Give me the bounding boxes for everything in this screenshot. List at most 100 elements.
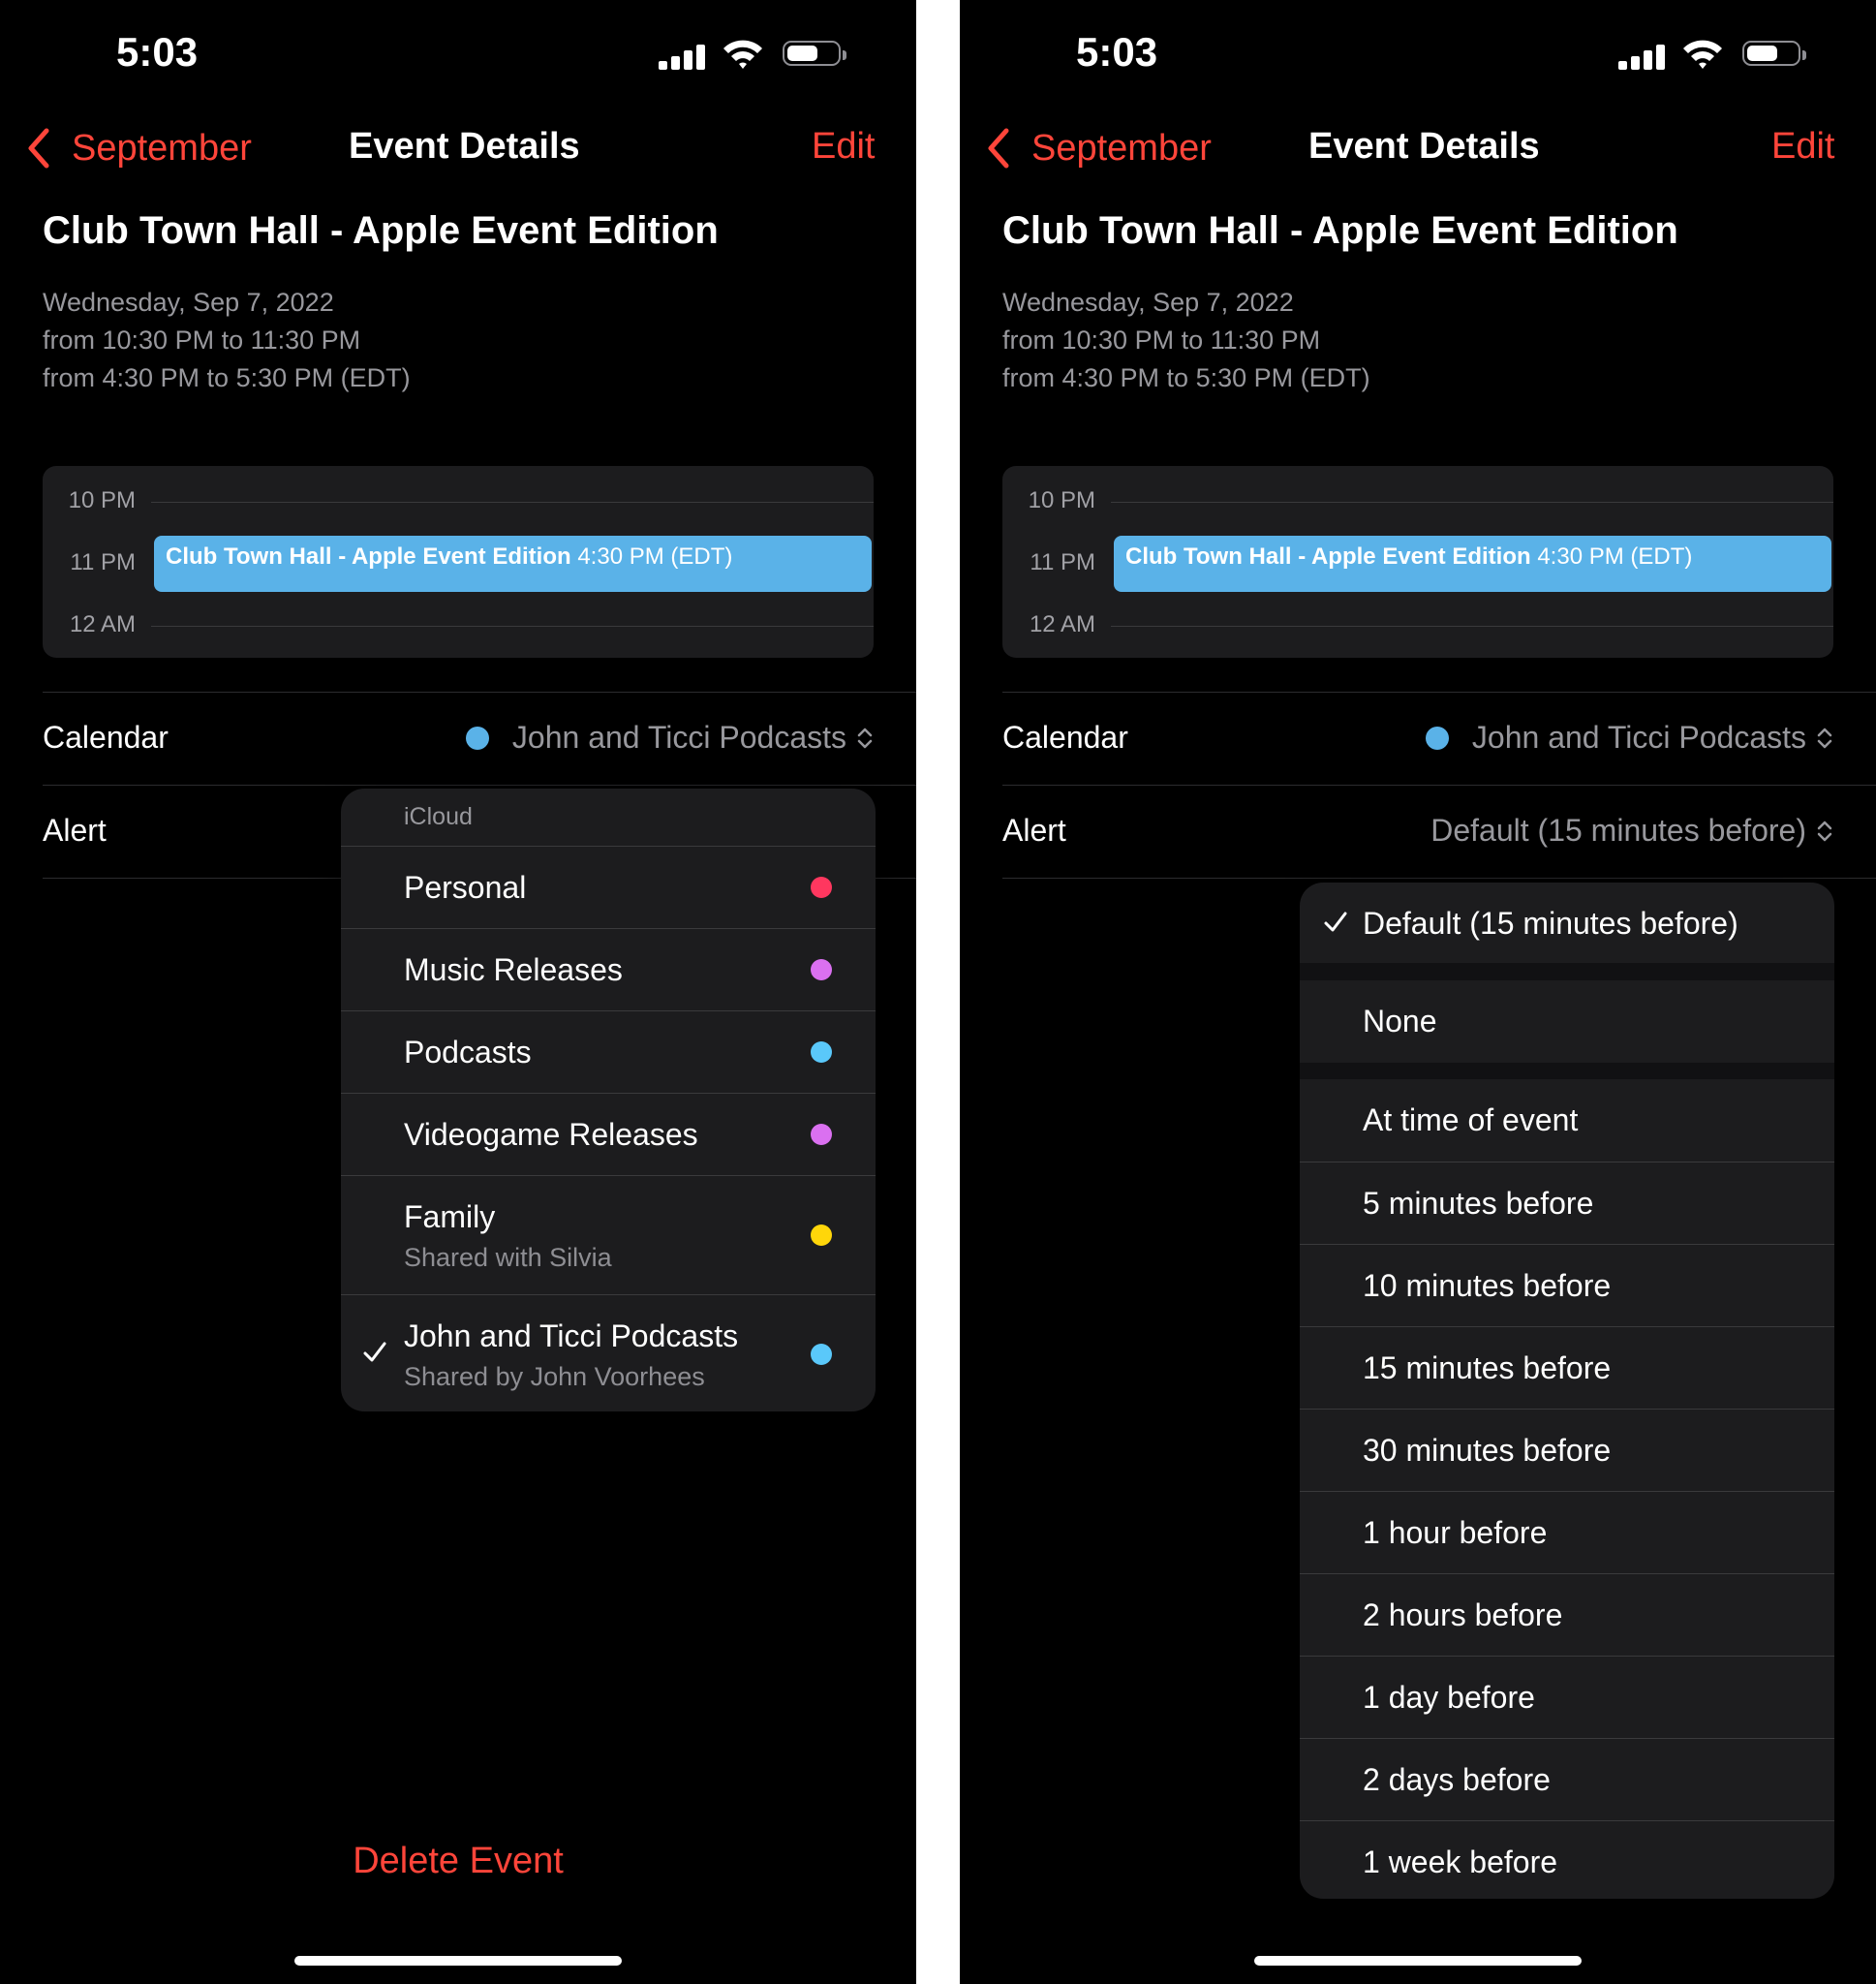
calendar-row-value[interactable]: John and Ticci Podcasts [465, 720, 874, 756]
checkmark-icon [363, 1342, 386, 1362]
calendar-color-dot [811, 1041, 832, 1063]
menu-item-subtitle: Shared by John Voorhees [404, 1362, 705, 1391]
alert-option-label: 1 hour before [1363, 1515, 1548, 1550]
calendar-row-label: Calendar [43, 720, 169, 755]
alert-option-label: 1 day before [1363, 1680, 1535, 1715]
calendar-row-label: Calendar [1002, 720, 1128, 755]
timeline-label: 12 AM [1029, 611, 1095, 637]
alert-option-label: None [1363, 1004, 1437, 1038]
chevron-updown-icon [1817, 728, 1832, 748]
menu-item-label: Personal [404, 870, 527, 905]
alert-option[interactable]: 2 hours before [1300, 1573, 1834, 1656]
timeline-event-block[interactable]: Club Town Hall - Apple Event Edition 4:3… [1114, 536, 1831, 592]
menu-item-personal[interactable]: Personal [341, 846, 876, 928]
menu-item-john-and-ticci-podcasts[interactable]: John and Ticci Podcasts Shared by John V… [341, 1294, 876, 1411]
status-time: 5:03 [116, 29, 199, 75]
nav-title: Event Details [349, 126, 580, 167]
alert-option-label: At time of event [1363, 1102, 1579, 1137]
back-button[interactable]: September [987, 124, 1212, 172]
back-label: September [72, 127, 252, 169]
delete-event-button[interactable]: Delete Event [0, 1841, 916, 1882]
calendar-value-label: John and Ticci Podcasts [511, 720, 846, 755]
timeline-event-block[interactable]: Club Town Hall - Apple Event Edition 4:3… [154, 536, 872, 592]
alert-option-label: 10 minutes before [1363, 1268, 1612, 1303]
event-title: Club Town Hall - Apple Event Edition [1002, 209, 1678, 252]
alert-option[interactable]: 5 minutes before [1300, 1162, 1834, 1244]
alert-option[interactable]: 2 days before [1300, 1738, 1834, 1820]
home-indicator[interactable] [1254, 1956, 1582, 1966]
alert-option[interactable]: 1 week before [1300, 1820, 1834, 1899]
calendar-color-dot [811, 959, 832, 980]
calendar-row[interactable]: Calendar John and Ticci Podcasts [43, 692, 916, 786]
back-label: September [1031, 127, 1212, 169]
event-title: Club Town Hall - Apple Event Edition [43, 209, 719, 252]
calendar-color-dot [811, 877, 832, 898]
alert-row-label: Alert [43, 813, 107, 848]
menu-item-music-releases[interactable]: Music Releases [341, 928, 876, 1010]
timeline-label: 12 AM [69, 611, 136, 637]
alert-option-label: 2 hours before [1363, 1597, 1563, 1632]
alert-value-label: Default (15 minutes before) [1430, 813, 1806, 848]
event-time-edt: from 4:30 PM to 5:30 PM (EDT) [43, 363, 411, 392]
timeline-event-name: Club Town Hall - Apple Event Edition [1125, 543, 1531, 570]
calendar-color-dot [1425, 726, 1449, 750]
battery-icon [783, 41, 846, 66]
calendar-value-label: John and Ticci Podcasts [1471, 720, 1806, 755]
status-time: 5:03 [1076, 29, 1158, 75]
menu-item-podcasts[interactable]: Podcasts [341, 1010, 876, 1093]
alert-option[interactable]: 15 minutes before [1300, 1326, 1834, 1409]
chevron-updown-icon [857, 728, 873, 748]
timeline-gridline [1111, 502, 1833, 503]
alert-row-value[interactable]: Default (15 minutes before) [1430, 813, 1833, 849]
event-time-edt: from 4:30 PM to 5:30 PM (EDT) [1002, 363, 1370, 392]
battery-icon [1742, 41, 1806, 66]
event-time-local: from 10:30 PM to 11:30 PM [1002, 326, 1321, 355]
timeline-gridline [1111, 626, 1833, 627]
menu-item-label: John and Ticci Podcasts [404, 1318, 739, 1353]
divider [1002, 878, 1876, 879]
calendar-row[interactable]: Calendar John and Ticci Podcasts [1002, 692, 1876, 786]
cellular-signal-icon [659, 45, 705, 70]
alert-option[interactable]: 10 minutes before [1300, 1244, 1834, 1326]
alert-row[interactable]: Alert Default (15 minutes before) [1002, 785, 1876, 879]
alert-option[interactable]: At time of event [1300, 1079, 1834, 1162]
event-date: Wednesday, Sep 7, 2022 [1002, 288, 1294, 317]
menu-item-family[interactable]: Family Shared with Silvia [341, 1175, 876, 1294]
alert-option-none[interactable]: None [1300, 980, 1834, 1063]
phone-screen-right: 5:03 September Event Details Edit Club T… [960, 0, 1876, 1984]
alert-option-label: 2 days before [1363, 1762, 1551, 1797]
day-timeline[interactable]: 10 PM 11 PM 12 AM Club Town Hall - Apple… [43, 466, 874, 658]
alert-option[interactable]: 1 day before [1300, 1656, 1834, 1738]
alert-option[interactable]: 1 hour before [1300, 1491, 1834, 1573]
timeline-event-time: 4:30 PM (EDT) [577, 543, 733, 570]
phone-screen-left: 5:03 September Event Details Edit Club T… [0, 0, 916, 1984]
calendar-row-value[interactable]: John and Ticci Podcasts [1425, 720, 1833, 756]
chevron-left-icon [988, 128, 1009, 169]
menu-separator [1300, 963, 1834, 980]
calendar-color-dot [811, 1224, 832, 1246]
timeline-label: 11 PM [70, 549, 136, 575]
calendar-color-dot [811, 1124, 832, 1145]
timeline-gridline [151, 502, 874, 503]
menu-item-subtitle: Shared with Silvia [404, 1243, 612, 1272]
alert-option[interactable]: 30 minutes before [1300, 1409, 1834, 1491]
wifi-icon [723, 40, 762, 69]
edit-button[interactable]: Edit [812, 126, 875, 168]
alert-option-label: 30 minutes before [1363, 1433, 1612, 1468]
menu-section-header: iCloud [404, 803, 473, 830]
edit-button[interactable]: Edit [1771, 126, 1834, 168]
alert-option-label: 1 week before [1363, 1844, 1558, 1879]
event-time-local: from 10:30 PM to 11:30 PM [43, 326, 361, 355]
chevron-updown-icon [1817, 821, 1832, 841]
day-timeline[interactable]: 10 PM 11 PM 12 AM Club Town Hall - Apple… [1002, 466, 1833, 658]
menu-item-label: Music Releases [404, 952, 623, 987]
alert-picker-menu: Default (15 minutes before) None At time… [1300, 883, 1834, 1899]
cellular-signal-icon [1618, 45, 1665, 70]
home-indicator[interactable] [294, 1956, 622, 1966]
back-button[interactable]: September [27, 124, 252, 172]
menu-item-label: Videogame Releases [404, 1117, 698, 1152]
alert-option-label: 15 minutes before [1363, 1350, 1612, 1385]
menu-item-videogame-releases[interactable]: Videogame Releases [341, 1093, 876, 1175]
alert-option-label: Default (15 minutes before) [1363, 906, 1738, 941]
alert-option-default[interactable]: Default (15 minutes before) [1300, 883, 1834, 963]
